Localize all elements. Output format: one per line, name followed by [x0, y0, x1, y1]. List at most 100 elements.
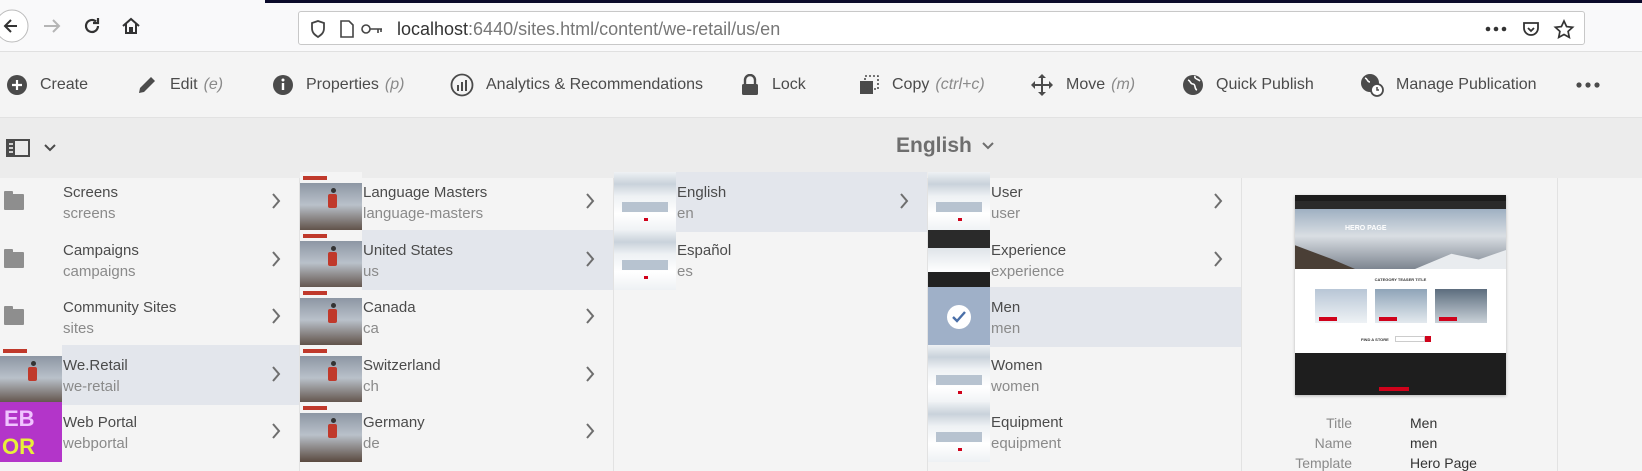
- window-edge: [265, 0, 1642, 3]
- rail-toggle[interactable]: [6, 138, 56, 158]
- column-item-us[interactable]: United States us: [300, 229, 613, 290]
- title-dropdown[interactable]: English: [896, 134, 994, 158]
- thumbnail: [300, 344, 362, 405]
- item-title: User: [991, 184, 1023, 201]
- thumbnail: [928, 287, 990, 347]
- page-actions-icon[interactable]: [1485, 26, 1507, 32]
- thumbnail: EB OR: [0, 402, 62, 462]
- bookmark-star-icon[interactable]: [1553, 19, 1575, 39]
- thumbnail-cell: [928, 172, 990, 232]
- pencil-icon: [139, 77, 155, 93]
- edit-button[interactable]: Edit (e): [136, 52, 223, 118]
- thumbnail: [300, 229, 362, 290]
- create-label: Create: [40, 76, 89, 93]
- chevron-right-icon: [586, 423, 595, 439]
- column-item-men[interactable]: Men men: [928, 287, 1241, 347]
- thumbnail: [928, 229, 990, 290]
- thumbnail-cell: [300, 287, 362, 347]
- properties-button[interactable]: Properties (p): [272, 52, 404, 118]
- column-2: Language Masters language-masters United S…: [300, 172, 614, 471]
- chevron-right-icon: [586, 365, 595, 382]
- column-item-we-retail[interactable]: We.Retail we-retail: [0, 344, 299, 405]
- key-icon: [361, 24, 382, 34]
- thumbnail-cell: EB OR: [0, 402, 62, 462]
- more-actions-button[interactable]: [1576, 52, 1600, 118]
- chevron-right-icon: [586, 193, 595, 209]
- thumbnail: [0, 344, 62, 405]
- home-button[interactable]: [113, 8, 149, 44]
- thumbnail: [300, 172, 362, 232]
- item-title: Web Portal: [63, 414, 137, 431]
- chevron-down-icon: [44, 144, 56, 152]
- column-item-experience[interactable]: Experience experience: [928, 229, 1241, 290]
- forward-button[interactable]: [34, 8, 70, 44]
- column-item-screens[interactable]: Screens screens: [0, 172, 299, 232]
- action-bar: Create Edit (e) Properties (p) Analytics &…: [0, 52, 1642, 154]
- preview-store-text: FIND A STORE: [1361, 337, 1389, 342]
- meta-value: men: [1410, 435, 1438, 451]
- folder-icon: [4, 191, 24, 210]
- url-bar[interactable]: localhost:6440/sites.html/content/we-ret…: [298, 11, 1585, 45]
- move-icon: [1031, 74, 1053, 96]
- column-item-equipment[interactable]: Equipment equipment: [928, 402, 1241, 462]
- item-title: Español: [677, 241, 732, 259]
- manage-publication-button[interactable]: Manage Publication: [1360, 52, 1537, 118]
- url-host: localhost: [397, 19, 469, 39]
- thumbnail-cell: [300, 172, 362, 232]
- column-item-sites[interactable]: Community Sites sites: [0, 287, 299, 347]
- column-item-user[interactable]: User user: [928, 172, 1241, 232]
- column-item-women[interactable]: Women women: [928, 344, 1241, 405]
- lock-label: Lock: [772, 76, 806, 93]
- back-button[interactable]: [0, 8, 30, 44]
- column-item-webportal[interactable]: EB OR Web Portal webportal: [0, 402, 299, 462]
- column-item-campaigns[interactable]: Campaigns campaigns: [0, 230, 299, 290]
- chevron-right-icon: [272, 423, 281, 439]
- chevron-right-icon: [900, 193, 909, 209]
- folder-icon: [4, 248, 24, 268]
- preview-hero-text: HERO PAGE: [1345, 225, 1387, 232]
- item-title: Experience: [991, 241, 1067, 259]
- more-icon: [1576, 82, 1600, 88]
- item-title: Switzerland: [363, 356, 441, 374]
- quick-publish-label: Quick Publish: [1216, 76, 1314, 93]
- lock-icon: [742, 74, 758, 95]
- meta-key: Title: [1326, 415, 1352, 431]
- thumbnail-cell: [614, 172, 676, 232]
- properties-label: Properties: [306, 76, 379, 93]
- column-item-de[interactable]: Germany de: [300, 402, 613, 462]
- preview-panel: HERO PAGE CATEGORY TEASER TITLE FIND A S…: [1242, 178, 1558, 471]
- pocket-icon[interactable]: [1521, 19, 1541, 39]
- item-title: Equipment: [991, 414, 1063, 431]
- move-label: Move: [1066, 76, 1106, 93]
- create-button[interactable]: Create: [6, 52, 88, 118]
- item-name: us: [363, 262, 379, 280]
- column-3: English en Español es: [614, 172, 928, 471]
- column-item-es[interactable]: Español es: [614, 229, 927, 290]
- reload-button[interactable]: [74, 8, 110, 44]
- item-name: ch: [363, 377, 379, 395]
- thumbnail-cell: [928, 344, 990, 405]
- lock-button[interactable]: Lock: [740, 52, 806, 118]
- thumbnail: [614, 172, 676, 232]
- meta-value: Men: [1410, 415, 1438, 431]
- rail-toggle-icon: [6, 139, 30, 157]
- column-4: User user Experience experience Men men Women w…: [928, 172, 1242, 471]
- meta-key: Template: [1295, 455, 1352, 471]
- thumbnail-cell: [300, 229, 362, 290]
- column-1: Screens screens Campaigns campaigns Communit…: [0, 178, 300, 471]
- preview-teaser-text: CATEGORY TEASER TITLE: [1374, 277, 1427, 282]
- column-item-ca[interactable]: Canada ca: [300, 287, 613, 347]
- analytics-button[interactable]: Analytics & Recommendations: [450, 52, 703, 118]
- home-icon: [122, 17, 140, 34]
- column-item-language-masters[interactable]: Language Masters language-masters: [300, 172, 613, 232]
- item-name: women: [991, 377, 1040, 395]
- move-button[interactable]: Move (m): [1030, 52, 1135, 118]
- column-item-ch[interactable]: Switzerland ch: [300, 344, 613, 405]
- quick-publish-button[interactable]: Quick Publish: [1182, 52, 1314, 118]
- analytics-icon: [450, 73, 474, 97]
- copy-button[interactable]: Copy (ctrl+c): [858, 52, 985, 118]
- reload-icon: [84, 18, 100, 34]
- plus-circle-icon: [7, 75, 27, 95]
- item-name: equipment: [991, 435, 1062, 452]
- column-item-en[interactable]: English en: [614, 172, 927, 232]
